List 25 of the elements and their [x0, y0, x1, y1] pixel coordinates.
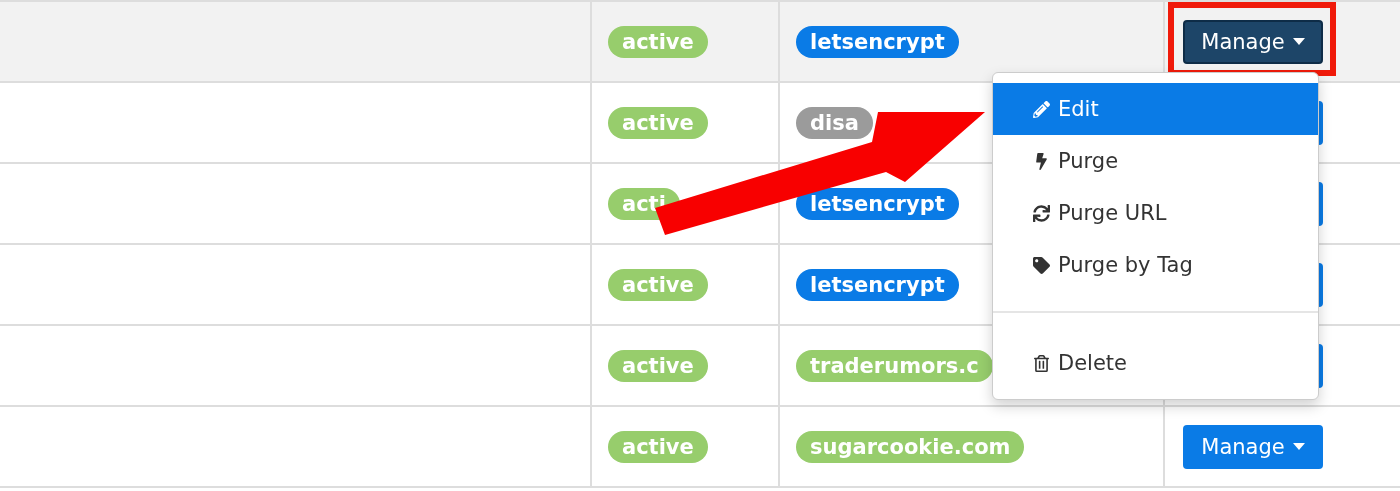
- certificate-badge: sugarcookie.com: [796, 430, 1025, 463]
- caret-icon: [1292, 38, 1305, 45]
- caret-icon: [1292, 443, 1305, 450]
- status-badge: active: [608, 106, 708, 139]
- menu-item[interactable]: Purge: [993, 135, 1318, 187]
- status-badge: active: [608, 268, 708, 301]
- status-badge: active: [608, 430, 708, 463]
- certificate-badge: letsencrypt: [796, 25, 959, 58]
- refresh-icon: [1033, 204, 1050, 222]
- certificate-badge: letsencrypt: [796, 268, 959, 301]
- menu-item[interactable]: Delete: [993, 337, 1318, 389]
- manage-button[interactable]: Manage: [1183, 424, 1323, 469]
- manage-button[interactable]: Manage: [1183, 19, 1323, 64]
- menu-item[interactable]: Purge by Tag: [993, 239, 1318, 291]
- status-badge: active: [608, 349, 708, 382]
- certificate-badge: traderumors.c: [796, 349, 993, 382]
- pencil-icon: [1033, 100, 1050, 118]
- tag-icon: [1033, 256, 1050, 274]
- trash-icon: [1033, 354, 1050, 372]
- certificate-badge: letsencrypt: [796, 187, 959, 220]
- status-badge: active: [608, 25, 708, 58]
- certificate-badge: disa: [796, 106, 873, 139]
- menu-item[interactable]: Edit: [993, 83, 1318, 135]
- menu-item[interactable]: Purge URL: [993, 187, 1318, 239]
- bolt-icon: [1033, 152, 1050, 170]
